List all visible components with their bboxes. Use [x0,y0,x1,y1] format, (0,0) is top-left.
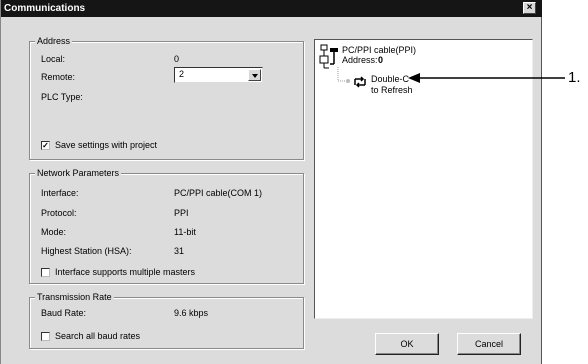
callout-label: 1. [568,69,581,86]
callout-arrow [408,73,565,83]
